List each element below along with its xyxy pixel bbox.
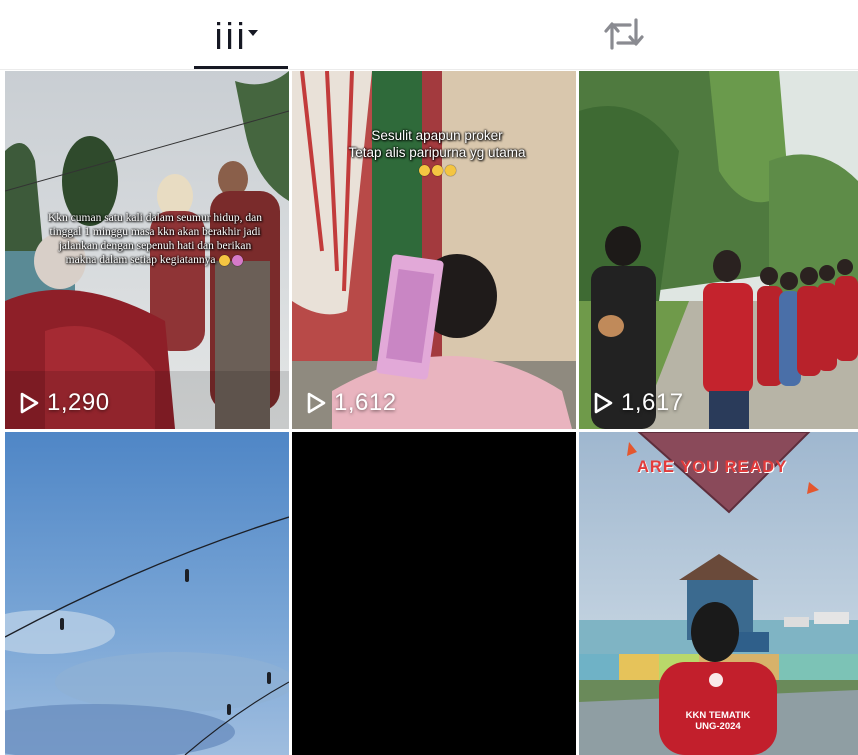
emoji-icon [418, 164, 430, 176]
tab-reposts[interactable] [560, 0, 700, 70]
chevron-down-icon [248, 30, 258, 36]
view-count-text: 1,617 [621, 389, 684, 416]
view-count: 1,290 [19, 389, 110, 417]
video-tile[interactable]: Sesulit apapun proker Tetap alis paripur… [292, 71, 576, 429]
video-thumbnail [579, 432, 858, 755]
video-thumbnail [5, 432, 289, 755]
emoji-icon [444, 164, 456, 176]
play-icon [20, 392, 39, 414]
caption-line: Sesulit apapun proker [371, 128, 503, 143]
view-count-text: 1,612 [334, 389, 397, 416]
caption-text: Kkn cuman satu kali dalam seumur hidup, … [48, 212, 262, 266]
tab-divider [0, 69, 858, 70]
video-tile[interactable]: 1,617 [579, 71, 858, 429]
video-tile[interactable]: Kkn cuman satu kali dalam seumur hidup, … [5, 71, 289, 429]
view-count-text: 1,290 [47, 389, 110, 416]
video-thumbnail [292, 432, 576, 755]
play-icon [594, 392, 613, 414]
grid-icon [217, 22, 258, 49]
emoji-icon [431, 164, 443, 176]
video-tile[interactable]: ARE YOU READY KKN TEMATIK UNG-2024 [579, 432, 858, 755]
view-count: 1,612 [306, 389, 397, 417]
video-thumbnail [292, 71, 576, 429]
video-caption: Sesulit apapun proker Tetap alis paripur… [332, 127, 542, 178]
caption-line: Tetap alis paripurna yg utama [348, 145, 526, 160]
overlay-title: ARE YOU READY [637, 458, 788, 476]
emoji-icon [219, 254, 231, 266]
tab-videos[interactable] [160, 0, 285, 70]
profile-tab-bar [0, 0, 858, 70]
shirt-line: UNG-2024 [695, 721, 741, 732]
video-thumbnail [579, 71, 858, 429]
shirt-text: KKN TEMATIK UNG-2024 [678, 710, 758, 732]
video-tile[interactable] [5, 432, 289, 755]
repost-icon [604, 18, 644, 50]
shirt-line: KKN TEMATIK [685, 710, 751, 721]
emoji-icon [232, 254, 244, 266]
play-icon [307, 392, 326, 414]
video-tile[interactable] [292, 432, 576, 755]
view-count: 1,617 [593, 389, 684, 417]
video-caption: Kkn cuman satu kali dalam seumur hidup, … [45, 211, 265, 267]
video-grid: Kkn cuman satu kali dalam seumur hidup, … [5, 71, 858, 755]
